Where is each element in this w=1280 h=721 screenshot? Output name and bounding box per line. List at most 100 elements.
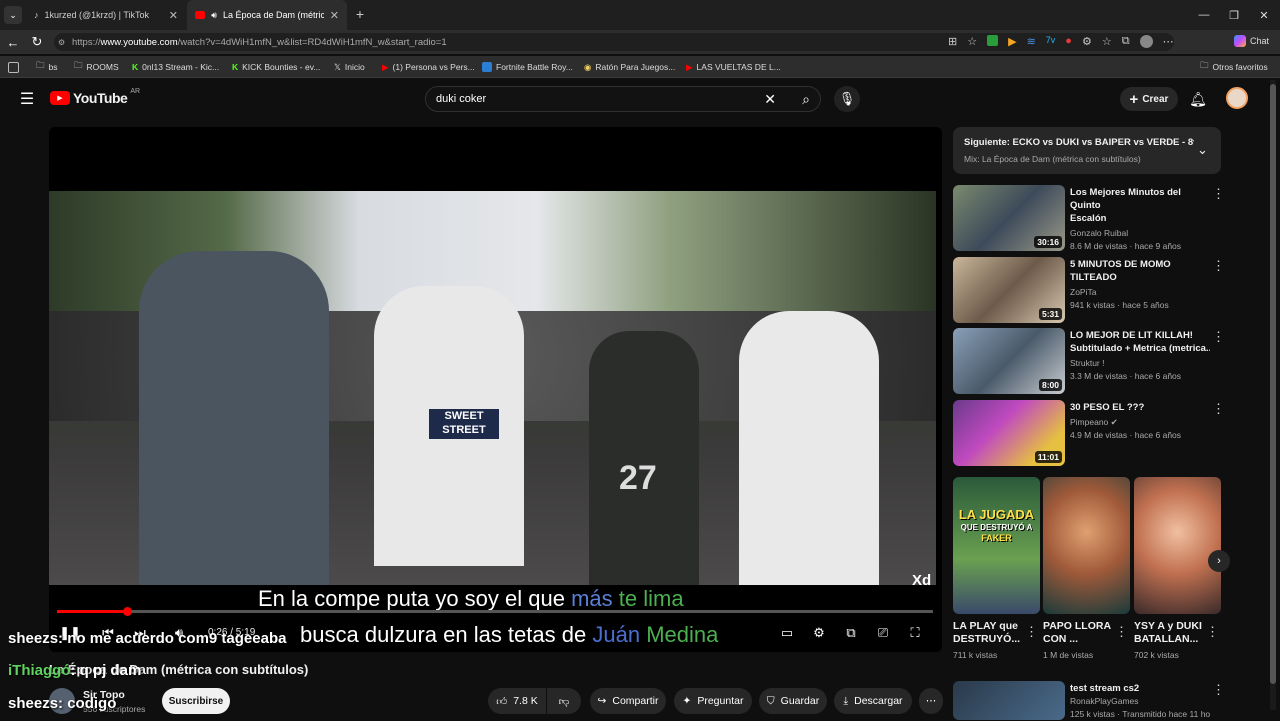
bookmark-kick-stream[interactable]: K 0nl13 Stream - Kic... — [132, 58, 219, 76]
bookmark-reading-icon[interactable] — [8, 58, 19, 76]
video-thumbnail-5[interactable] — [953, 681, 1065, 720]
settings-gear-icon[interactable]: ⚙ — [810, 624, 828, 642]
video-item-5[interactable]: test stream cs2 RonakPlayGames 125 k vis… — [1070, 682, 1210, 721]
search-icon[interactable]: ⌕ — [802, 91, 810, 108]
split-screen-icon[interactable]: ⊞ — [948, 35, 957, 48]
extensions-icon[interactable]: ⚙ — [1082, 35, 1092, 48]
collections-icon[interactable]: ⧉ — [1122, 35, 1130, 48]
short-thumbnail-1[interactable]: LA JUGADA QUE DESTRUYÓ A FAKER — [953, 477, 1040, 614]
microphone-icon[interactable]: 🎙︎ — [834, 86, 860, 112]
up-next-panel[interactable]: Siguiente: ECKO vs DUKI vs BAIPER vs VER… — [953, 127, 1221, 174]
video-thumbnail-2[interactable]: 5:31 — [953, 257, 1065, 323]
progress-scrubber[interactable] — [123, 607, 132, 616]
video-thumbnail-1[interactable]: 30:16 — [953, 185, 1065, 251]
short-thumbnail-3[interactable] — [1134, 477, 1221, 614]
video-frame[interactable]: SWEET STREET 27 — [49, 191, 936, 585]
tab-youtube-active[interactable]: 🔊︎ La Época de Dam (métrica co ✕ — [187, 0, 347, 30]
tab-label: 1kurzed (@1krzd) | TikTok — [44, 10, 150, 20]
more-menu-icon[interactable]: ⋯ — [1163, 35, 1174, 48]
maximize-button[interactable]: ❐ — [1218, 0, 1250, 30]
tab-list-button[interactable]: ⌄ — [4, 6, 22, 24]
video-item-4[interactable]: 30 PESO EL ??? Pimpeano ✔︎ 4.9 M de vist… — [1070, 401, 1210, 442]
search-query: duki coker — [436, 93, 487, 105]
person-right — [739, 311, 879, 585]
more-vertical-icon[interactable]: ⋮ — [1212, 401, 1225, 417]
new-tab-button[interactable]: + — [352, 6, 368, 22]
short-thumbnail-2[interactable] — [1043, 477, 1130, 614]
create-label: Crear — [1142, 93, 1169, 105]
bookmark-x-inicio[interactable]: 𝕏 Inicio — [334, 58, 365, 76]
close-window-button[interactable]: ✕ — [1248, 0, 1280, 30]
extension-wave-icon[interactable]: ≋ — [1027, 35, 1036, 48]
more-actions-button[interactable]: ⋯ — [919, 688, 943, 714]
video-thumbnail-4[interactable]: 11:01 — [953, 400, 1065, 466]
progress-bar[interactable] — [57, 610, 933, 613]
star-icon[interactable]: ☆ — [967, 35, 977, 48]
verified-check-icon: ✔︎ — [1110, 417, 1118, 427]
video-item-3[interactable]: LO MEJOR DE LIT KILLAH! Subtitulado + Me… — [1070, 329, 1210, 383]
like-button[interactable]: 👍︎ 7.8 K — [488, 688, 546, 714]
share-button[interactable]: ↪ Compartir — [590, 688, 666, 714]
bookmark-label: LAS VUELTAS DE L... — [696, 62, 781, 72]
subtitle-text: dulzura en las tetas de — [364, 622, 587, 647]
bookmark-vueltas[interactable]: ▶ LAS VUELTAS DE L... — [686, 58, 781, 76]
more-vertical-icon[interactable]: ⋮ — [1212, 329, 1225, 345]
minimize-button[interactable]: — — [1188, 0, 1220, 30]
notifications-bell-icon[interactable]: 🔔︎ — [1188, 89, 1208, 109]
folder-icon: 🗀︎ — [1200, 60, 1209, 70]
tab-tiktok[interactable]: ♪ 1kurzed (@1krzd) | TikTok ✕ — [26, 0, 186, 30]
more-vertical-icon[interactable]: ⋮ — [1115, 624, 1128, 640]
short-item-2[interactable]: PAPO LLORA CON ... 1 M de vistas — [1043, 620, 1123, 662]
account-avatar[interactable] — [1226, 87, 1248, 109]
speaker-icon[interactable]: 🔊︎ — [211, 10, 217, 21]
bookmark-fortnite[interactable]: Fortnite Battle Roy... — [482, 58, 573, 76]
more-vertical-icon[interactable]: ⋮ — [1025, 624, 1038, 640]
subscribe-button[interactable]: Suscribirse — [162, 688, 230, 714]
more-vertical-icon[interactable]: ⋮ — [1206, 624, 1219, 640]
close-tab-icon[interactable]: ✕ — [169, 9, 178, 22]
youtube-logo[interactable]: ▶ YouTube AR — [50, 88, 140, 106]
bookmark-label: Fortnite Battle Roy... — [496, 62, 573, 72]
reload-icon[interactable]: ↻ — [30, 34, 44, 49]
video-item-1[interactable]: Los Mejores Minutos del Quinto Escalón G… — [1070, 186, 1210, 253]
fullscreen-icon[interactable]: ⛶ — [906, 624, 924, 642]
close-tab-icon[interactable]: ✕ — [330, 9, 339, 22]
cast-icon[interactable]: ⎚ — [874, 624, 892, 642]
short-item-1[interactable]: LA PLAY que DESTRUYÓ... 711 k vistas — [953, 620, 1033, 662]
progress-played — [57, 610, 127, 613]
short-item-3[interactable]: YSY A y DUKI BATALLAN... 702 k vistas — [1134, 620, 1214, 662]
other-bookmarks[interactable]: 🗀︎ Otros favoritos — [1200, 58, 1268, 76]
video-thumbnail-3[interactable]: 8:00 — [953, 328, 1065, 394]
miniplayer-icon[interactable]: ⧉ — [842, 624, 860, 642]
download-button[interactable]: ⤓ Descargar — [834, 688, 912, 714]
bookmark-rooms[interactable]: 🗀︎ ROOMS — [74, 58, 119, 76]
bookmark-persona[interactable]: ▶ (1) Persona vs Pers... — [382, 58, 475, 76]
save-button[interactable]: ⛉ Guardar — [759, 688, 827, 714]
favorites-icon[interactable]: ☆ — [1102, 35, 1112, 48]
copilot-chat-button[interactable]: Chat — [1234, 35, 1269, 47]
search-input[interactable]: duki coker ✕ ⌕ — [425, 86, 821, 112]
shorts-next-arrow-icon[interactable]: › — [1208, 550, 1230, 572]
dislike-button[interactable]: 👎︎ — [547, 688, 581, 714]
profile-avatar-icon[interactable] — [1139, 35, 1153, 48]
bookmark-kick-bounties[interactable]: K KICK Bounties - ev... — [232, 58, 320, 76]
extension-red-icon[interactable]: ● — [1065, 35, 1072, 48]
clear-search-icon[interactable]: ✕ — [764, 91, 776, 108]
extension-7tv-icon[interactable]: 7v — [1046, 35, 1056, 48]
bookmark-bs[interactable]: 🗀︎ bs — [36, 58, 58, 76]
create-button[interactable]: + Crear — [1120, 87, 1178, 111]
video-item-2[interactable]: 5 MINUTOS DE MOMO TILTEADO ZoPiTa 941 k … — [1070, 258, 1210, 312]
extension-green-icon[interactable] — [987, 35, 999, 46]
more-vertical-icon[interactable]: ⋮ — [1212, 682, 1225, 698]
ask-button[interactable]: ✦ Preguntar — [674, 688, 752, 714]
back-arrow-icon[interactable]: ← — [6, 35, 20, 50]
site-info-icon[interactable]: ⚙ — [58, 38, 65, 47]
scrollbar-thumb[interactable] — [1270, 84, 1276, 684]
menu-hamburger-icon[interactable]: ☰ — [18, 90, 36, 108]
chevron-down-icon[interactable]: ⌄ — [1197, 142, 1208, 158]
subtitles-icon[interactable]: ▭ — [778, 624, 796, 642]
bookmark-raton[interactable]: ◉ Ratón Para Juegos... — [584, 58, 675, 76]
more-vertical-icon[interactable]: ⋮ — [1212, 186, 1225, 202]
more-vertical-icon[interactable]: ⋮ — [1212, 258, 1225, 274]
extension-play-icon[interactable]: ▶ — [1008, 35, 1016, 48]
